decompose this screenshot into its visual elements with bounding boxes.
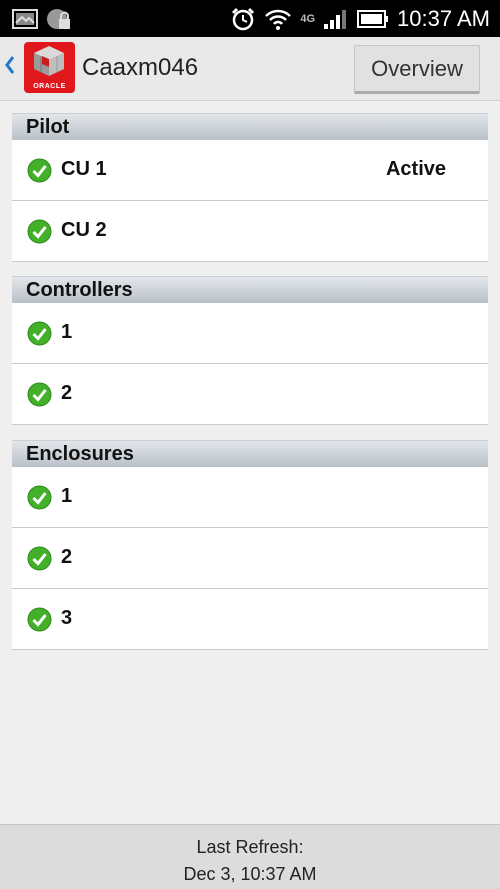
back-chevron-icon[interactable] (3, 53, 17, 77)
row-label: 2 (61, 546, 73, 568)
alarm-icon (232, 7, 255, 30)
check-icon (27, 485, 52, 510)
list-item[interactable]: 1 (12, 467, 488, 528)
pilot-section: Pilot CU 1 Active CU 2 (12, 113, 488, 262)
lock-notification-icon (47, 9, 70, 29)
last-refresh-label: Last Refresh: (196, 837, 304, 857)
row-label: 2 (61, 382, 73, 404)
check-icon (27, 546, 52, 571)
section-header-controllers: Controllers (12, 276, 488, 303)
section-header-enclosures: Enclosures (12, 440, 488, 467)
signal-icon (324, 9, 347, 29)
image-notification-icon (12, 9, 38, 29)
list-item[interactable]: 2 (12, 528, 488, 589)
row-label: 3 (61, 607, 73, 629)
list-item[interactable]: CU 2 (12, 201, 488, 262)
row-label: CU 1 (61, 158, 107, 180)
enclosures-section: Enclosures 1 2 3 (12, 440, 488, 650)
list-item[interactable]: CU 1 Active (12, 140, 488, 201)
controllers-section: Controllers 1 2 (12, 276, 488, 425)
check-icon (27, 607, 52, 632)
status-label: Active (385, 158, 446, 180)
refresh-footer: Last Refresh: Dec 3, 10:37 AM (0, 824, 500, 889)
row-label: 1 (61, 485, 73, 507)
clock: 10:37 AM (397, 5, 490, 31)
section-header-pilot: Pilot (12, 113, 488, 140)
overview-button[interactable]: Overview (354, 45, 480, 94)
check-icon (27, 321, 52, 346)
app-logo[interactable]: ORACLE (24, 42, 75, 93)
check-icon (27, 382, 52, 407)
logo-wordmark: ORACLE (33, 83, 66, 90)
cube-stack-icon (34, 46, 64, 76)
action-bar: ORACLE Caaxm046 Overview (0, 37, 500, 101)
row-label: 1 (61, 321, 73, 343)
network-type: 4G (300, 12, 316, 25)
system-status-icons: 4G 10:37 AM (230, 0, 490, 37)
list-item[interactable]: 3 (12, 589, 488, 650)
row-label: CU 2 (61, 219, 107, 241)
list-item[interactable]: 2 (12, 364, 488, 425)
last-refresh-timestamp: Dec 3, 10:37 AM (183, 864, 317, 884)
check-icon (27, 158, 52, 183)
notification-icons (12, 6, 72, 32)
check-icon (27, 219, 52, 244)
list-item[interactable]: 1 (12, 303, 488, 364)
status-bar: 4G 10:37 AM (0, 0, 500, 37)
wifi-icon (265, 9, 292, 30)
battery-icon (357, 9, 389, 28)
page-title: Caaxm046 (82, 54, 199, 81)
